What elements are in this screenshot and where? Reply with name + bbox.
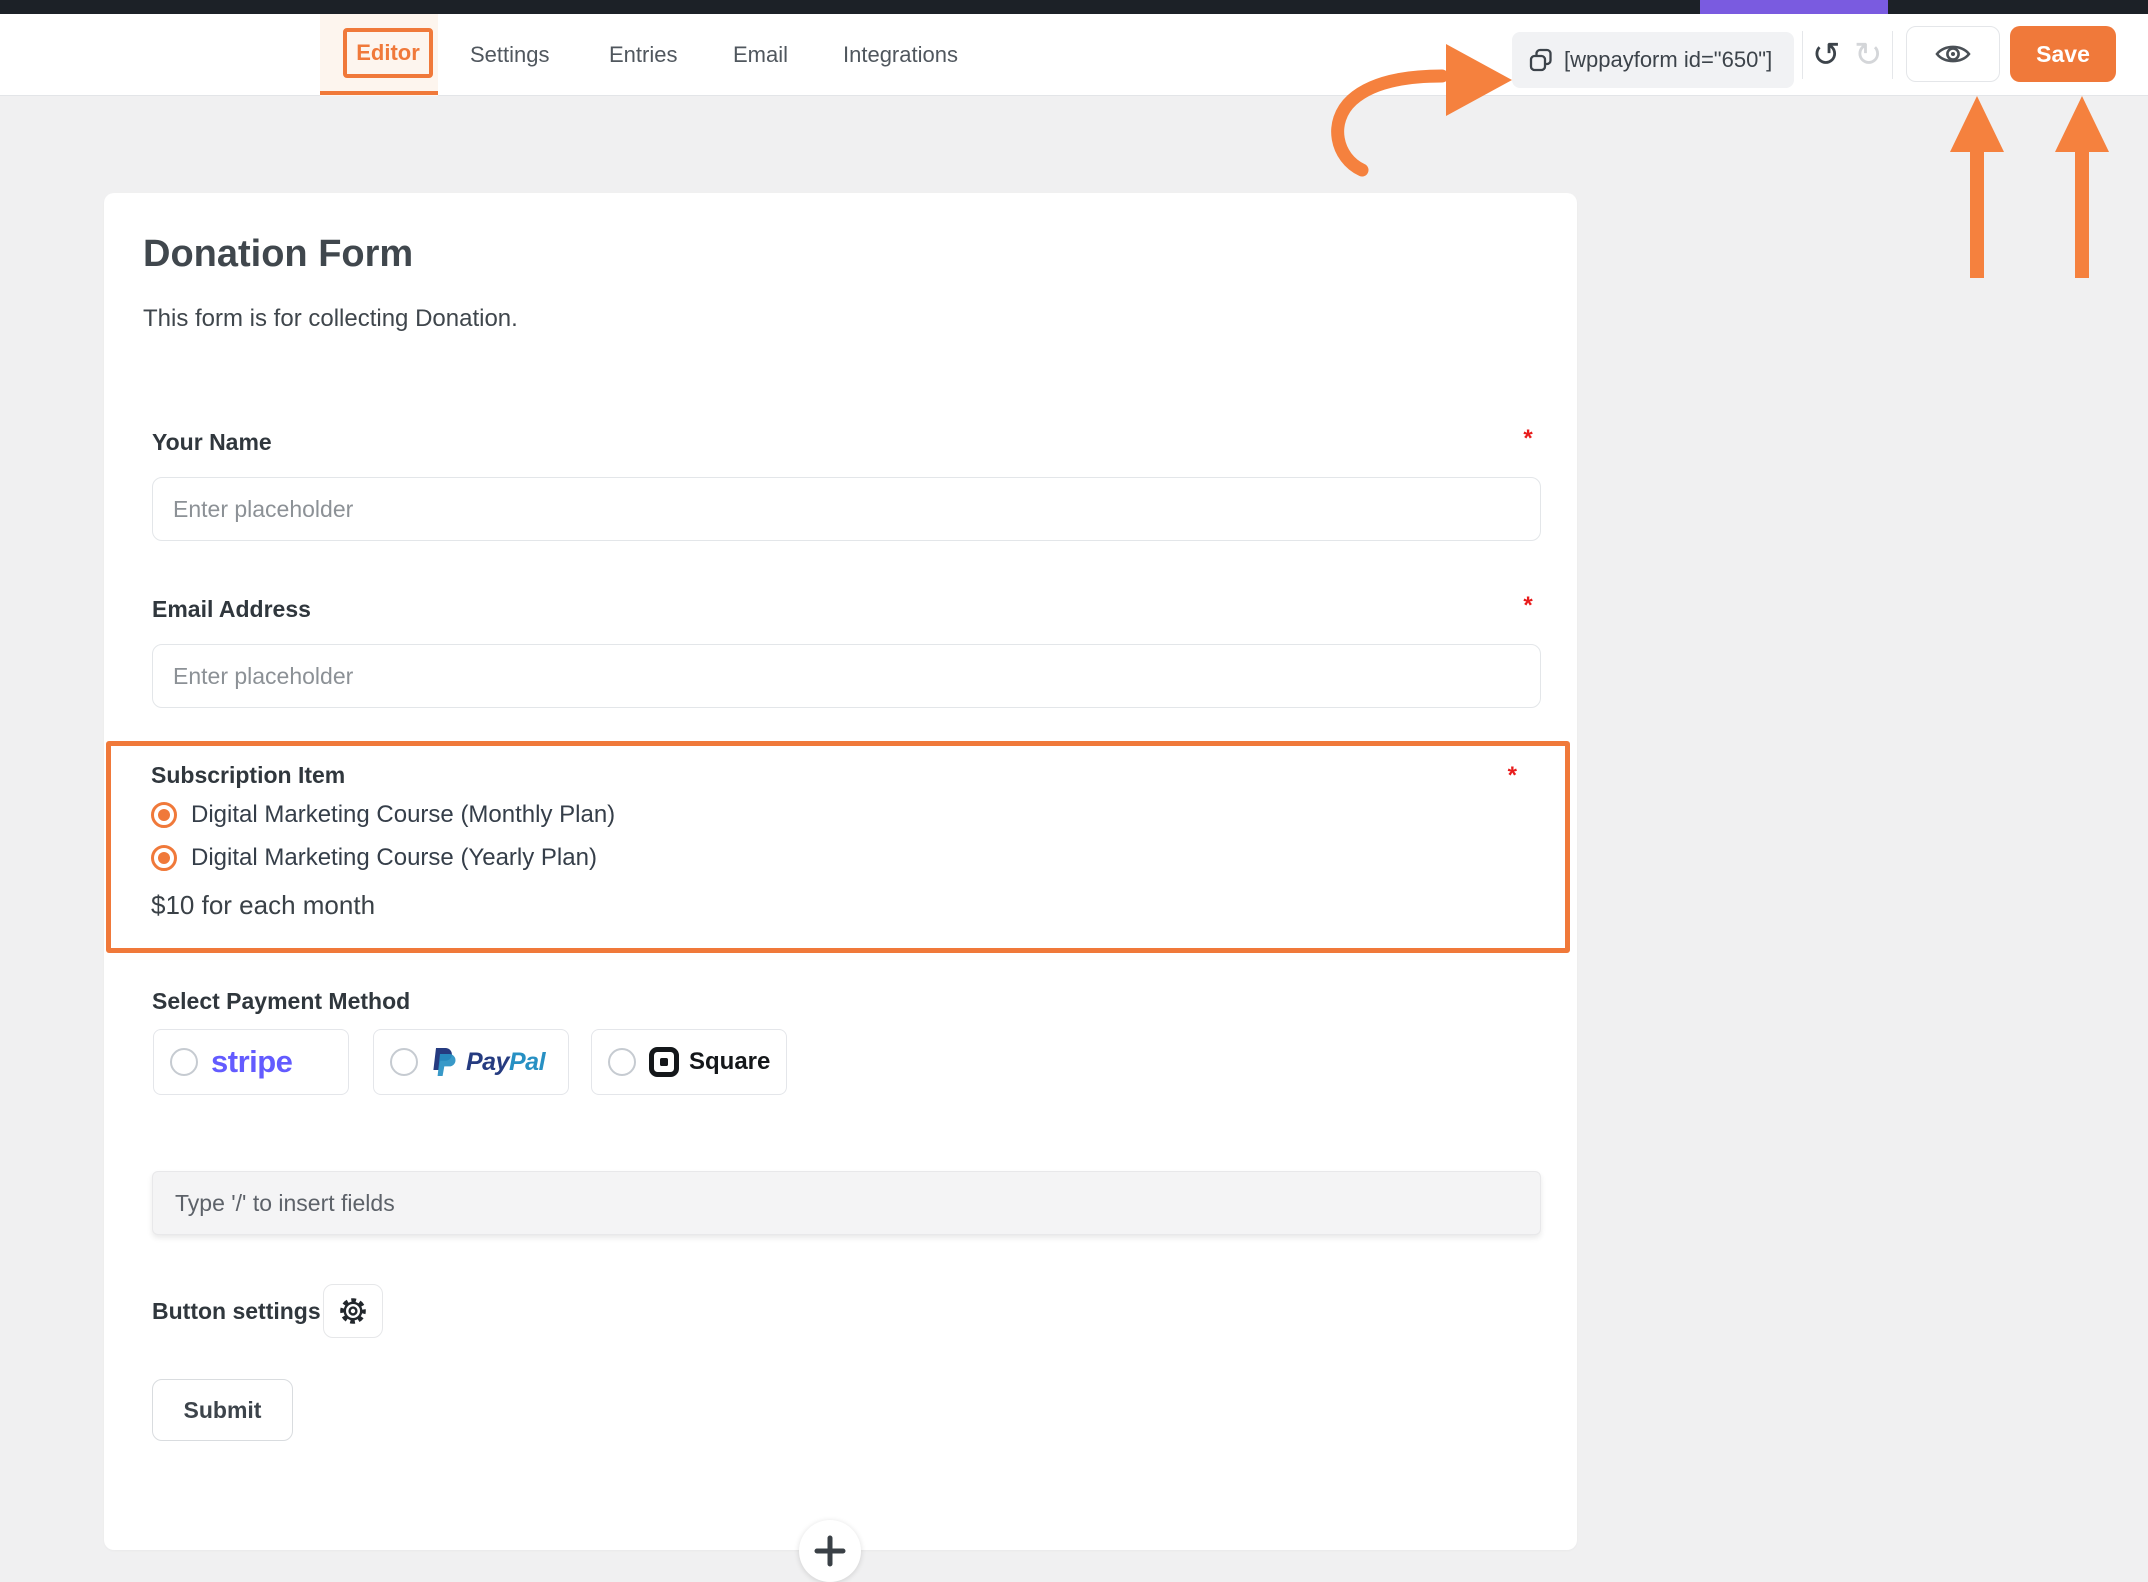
tab-email[interactable]: Email [733, 14, 788, 96]
payment-method-label: Select Payment Method [152, 988, 410, 1015]
button-settings-label: Button settings [152, 1298, 321, 1325]
paypal-wordmark: PayPal [466, 1048, 545, 1077]
toolbar-divider [1802, 31, 1803, 79]
shortcode-pill[interactable]: [wppayform id="650"] [1512, 32, 1794, 88]
undo-icon[interactable]: ↺ [1812, 14, 1841, 96]
your-name-input[interactable] [152, 477, 1541, 541]
email-address-input[interactable] [152, 644, 1541, 708]
add-field-button[interactable] [799, 1520, 861, 1582]
button-settings-gear-button[interactable] [323, 1284, 383, 1338]
copy-icon[interactable] [1528, 47, 1554, 73]
square-wordmark: Square [689, 1048, 770, 1076]
tab-editor-label: Editor [356, 40, 420, 66]
save-arrow [2075, 148, 2089, 278]
tab-editor-active-underline [320, 91, 438, 95]
insert-fields-input[interactable] [152, 1171, 1541, 1235]
radio-selected-icon[interactable] [151, 802, 177, 828]
save-arrowhead [2055, 96, 2109, 152]
radio-unselected-icon[interactable] [170, 1048, 198, 1076]
admin-top-strip-accent [1700, 0, 1888, 14]
preview-button[interactable] [1906, 26, 2000, 82]
subscription-annotation-box: Subscription Item * Digital Marketing Co… [106, 741, 1570, 953]
subscription-option-label: Digital Marketing Course (Monthly Plan) [191, 801, 615, 829]
tab-entries[interactable]: Entries [609, 14, 677, 96]
shortcode-text: [wppayform id="650"] [1564, 47, 1772, 73]
form-description: This form is for collecting Donation. [143, 305, 518, 333]
paypal-logo-icon [431, 1046, 457, 1078]
eye-icon [1934, 40, 1972, 68]
square-logo-icon [649, 1047, 679, 1077]
editor-toolbar: Editor Settings Entries Email Integratio… [0, 14, 2148, 96]
toolbar-divider [1892, 31, 1893, 79]
subscription-label: Subscription Item [151, 762, 345, 789]
form-editor-card: Donation Form This form is for collectin… [104, 193, 1577, 1550]
save-button[interactable]: Save [2010, 26, 2116, 82]
preview-arrow [1970, 148, 1984, 278]
field-label-email: Email Address [152, 596, 311, 623]
submit-button[interactable]: Submit [152, 1379, 293, 1441]
radio-selected-icon[interactable] [151, 845, 177, 871]
tab-settings[interactable]: Settings [470, 14, 550, 96]
redo-icon: ↻ [1854, 14, 1883, 96]
payment-option-stripe[interactable]: stripe [153, 1029, 349, 1095]
radio-unselected-icon[interactable] [390, 1048, 418, 1076]
field-label-your-name: Your Name [152, 429, 272, 456]
admin-top-strip [0, 0, 2148, 14]
required-asterisk: * [1518, 425, 1538, 453]
plus-icon [811, 1532, 849, 1570]
stripe-logo: stripe [211, 1044, 292, 1080]
required-asterisk: * [1518, 592, 1538, 620]
payment-option-paypal[interactable]: PayPal [373, 1029, 569, 1095]
radio-unselected-icon[interactable] [608, 1048, 636, 1076]
payment-option-square[interactable]: Square [591, 1029, 787, 1095]
form-title: Donation Form [143, 233, 413, 276]
subscription-option-yearly[interactable]: Digital Marketing Course (Yearly Plan) [151, 844, 597, 872]
required-asterisk: * [1508, 762, 1517, 790]
subscription-option-monthly[interactable]: Digital Marketing Course (Monthly Plan) [151, 801, 615, 829]
tab-integrations[interactable]: Integrations [843, 14, 958, 96]
subscription-option-label: Digital Marketing Course (Yearly Plan) [191, 844, 597, 872]
subscription-price-note: $10 for each month [151, 890, 375, 921]
tab-editor-annotation-box[interactable]: Editor [343, 28, 433, 78]
preview-arrowhead [1950, 96, 2004, 152]
gear-icon [337, 1295, 369, 1327]
